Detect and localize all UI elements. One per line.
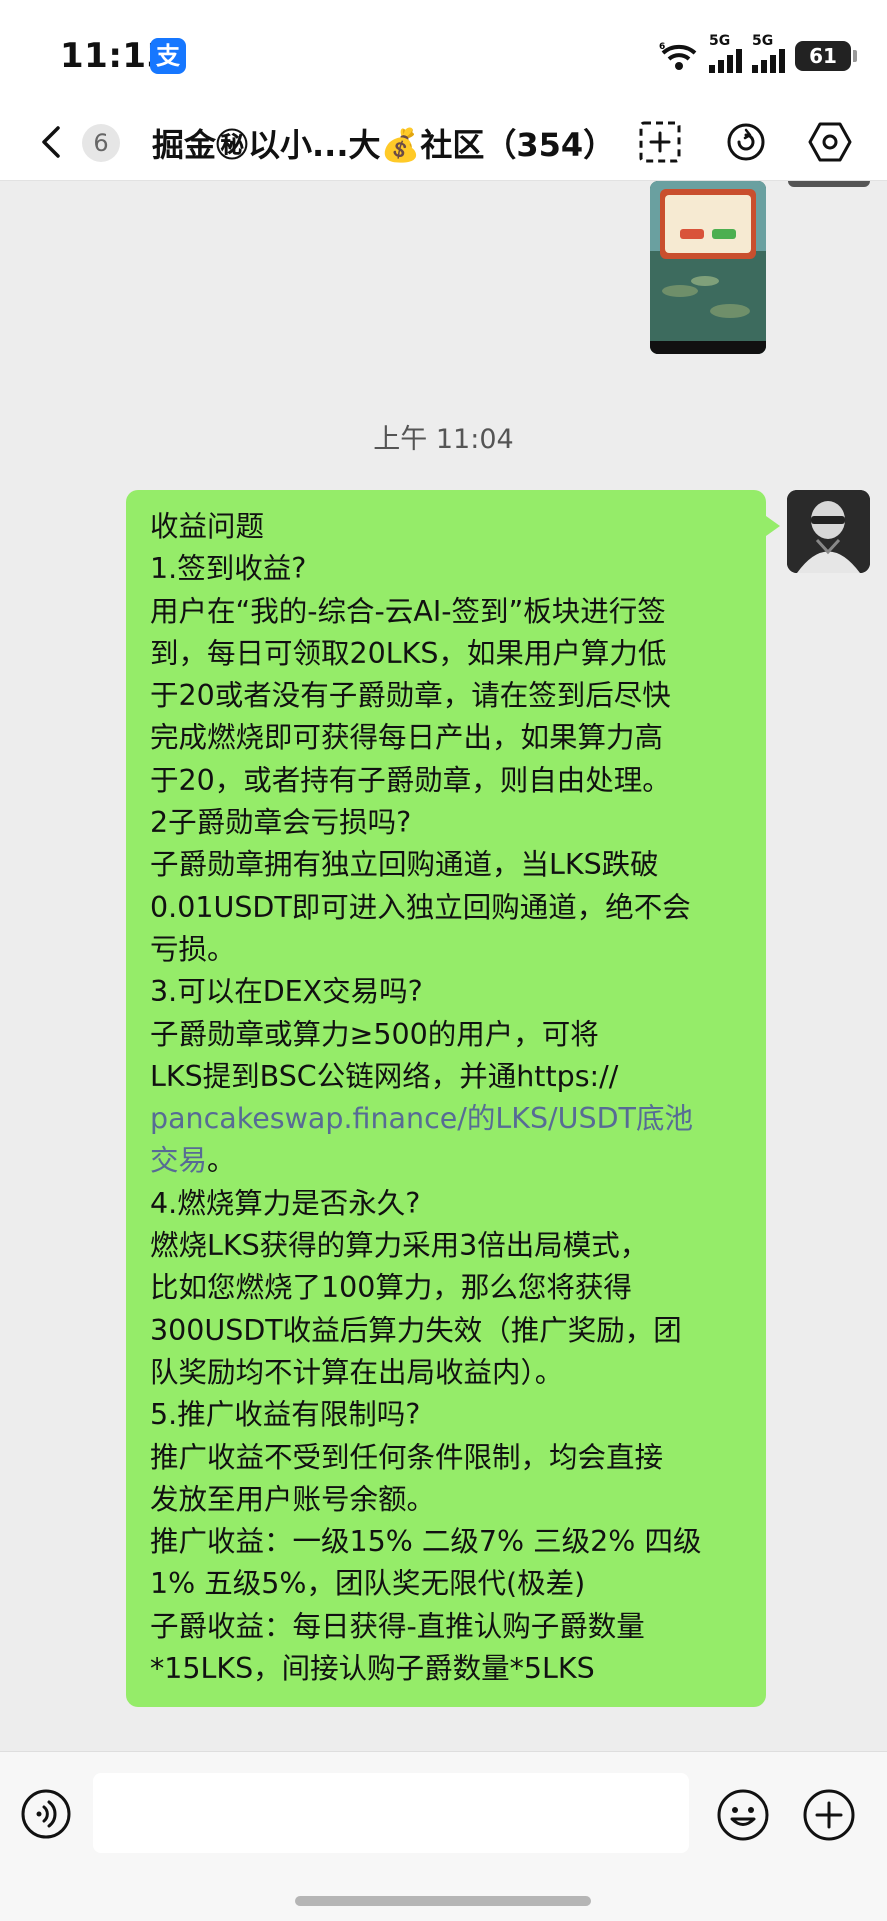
unread-count-badge[interactable]: 6	[82, 124, 120, 162]
signal-1: 5G	[709, 33, 742, 73]
message-line: 于20或者没有子爵勋章，请在签到后尽快	[150, 679, 671, 713]
signal-bars-icon	[709, 49, 742, 73]
message-line: 1.签到收益?	[150, 552, 307, 586]
message-line: 300USDT收益后算力失效（推广奖励，团	[150, 1313, 682, 1347]
message-input[interactable]	[93, 1773, 689, 1853]
message-line: 推广收益不受到任何条件限制，均会直接	[150, 1440, 664, 1474]
message-line: 比如您燃烧了100算力，那么您将获得	[150, 1271, 632, 1305]
message-line: 推广收益：一级15% 二级7% 三级2% 四级	[150, 1525, 702, 1559]
user-avatar[interactable]	[787, 490, 870, 573]
message-line: pancakeswap.finance/的LKS/USDT底池	[150, 1098, 744, 1140]
chat-title: 掘金㊙以小...大💰社区（354）	[152, 126, 616, 164]
message-line: 发放至用户账号余额。	[150, 1482, 436, 1516]
message-line: 燃烧LKS获得的算力采用3倍出局模式，	[150, 1229, 649, 1263]
message-line: 5.推广收益有限制吗?	[150, 1398, 421, 1432]
message-line: 交易。	[150, 1140, 744, 1182]
game-screenshot-image	[650, 181, 766, 354]
message-line: 3.可以在DEX交易吗?	[150, 975, 423, 1009]
battery-icon: 61	[795, 41, 857, 71]
chat-header: 6 掘金㊙以小...大💰社区（354）	[0, 104, 887, 181]
wifi-icon: 6	[659, 42, 697, 70]
network-type-1: 5G	[709, 33, 731, 49]
chat-area[interactable]: 上午 11:04 收益问题 1.签到收益? 用户在“我的-综合-云AI-签到”板块进…	[0, 181, 887, 1751]
network-type-2: 5G	[752, 33, 774, 49]
message-line: 0.01USDT即可进入独立回购通道，绝不会	[150, 890, 691, 924]
settings-icon[interactable]	[808, 120, 852, 164]
message-link[interactable]: pancakeswap.finance/的LKS/USDT底池	[150, 1102, 693, 1135]
message-text: 。	[207, 1144, 236, 1178]
message-link[interactable]: 交易	[150, 1144, 207, 1177]
scan-icon[interactable]	[638, 120, 682, 164]
status-indicators: 6 5G 5G 61	[659, 33, 857, 76]
status-bar: 11:13 支 6 5G 5G 61	[0, 0, 887, 104]
message-line: 子爵勋章或算力≥500的用户，可将	[150, 1017, 599, 1051]
refresh-icon[interactable]	[724, 120, 768, 164]
message-line: 2子爵勋章会亏损吗?	[150, 806, 412, 840]
message-line: LKS提到BSC公链网络，并通https://	[150, 1059, 619, 1093]
more-plus-icon[interactable]	[802, 1788, 856, 1842]
message-line: 完成燃烧即可获得每日产出，如果算力高	[150, 721, 664, 755]
message-text-block: 收益问题 1.签到收益? 用户在“我的-综合-云AI-签到”板块进行签 到，每日可领取…	[150, 506, 744, 1098]
message-timestamp: 上午 11:04	[373, 424, 514, 455]
signal-2: 5G	[752, 33, 785, 73]
message-line: 1% 五级5%，团队奖无限代(极差)	[150, 1567, 586, 1601]
image-message-thumbnail[interactable]	[650, 181, 766, 354]
alipay-icon: 支	[150, 38, 186, 74]
voice-input-icon[interactable]	[20, 1788, 72, 1840]
wifi-badge: 6	[659, 42, 665, 52]
emoji-icon[interactable]	[716, 1788, 770, 1842]
message-bubble[interactable]: 收益问题 1.签到收益? 用户在“我的-综合-云AI-签到”板块进行签 到，每日可领取…	[126, 490, 780, 1707]
message-line: 于20，或者持有子爵勋章，则自由处理。	[150, 763, 671, 797]
home-indicator	[295, 1896, 591, 1906]
message-line: 用户在“我的-综合-云AI-签到”板块进行签	[150, 594, 666, 628]
back-chevron-icon[interactable]	[34, 124, 70, 160]
signal-bars-icon	[752, 49, 785, 73]
message-line: *15LKS，间接认购子爵数量*5LKS	[150, 1652, 595, 1686]
avatar-image	[787, 490, 870, 573]
message-line: 亏损。	[150, 932, 236, 966]
input-bar	[0, 1751, 887, 1921]
message-text-block: 4.燃烧算力是否永久? 燃烧LKS获得的算力采用3倍出局模式， 比如您燃烧了100算…	[150, 1183, 744, 1691]
message-line: 队奖励均不计算在出局收益内）。	[150, 1355, 564, 1389]
previous-avatar-edge	[788, 181, 870, 187]
message-line: 子爵勋章拥有独立回购通道，当LKS跌破	[150, 848, 659, 882]
message-line: 收益问题	[150, 510, 265, 543]
message-line: 到，每日可领取20LKS，如果用户算力低	[150, 636, 667, 670]
message-line: 子爵收益：每日获得-直推认购子爵数量	[150, 1609, 645, 1643]
message-line: 4.燃烧算力是否永久?	[150, 1186, 421, 1220]
